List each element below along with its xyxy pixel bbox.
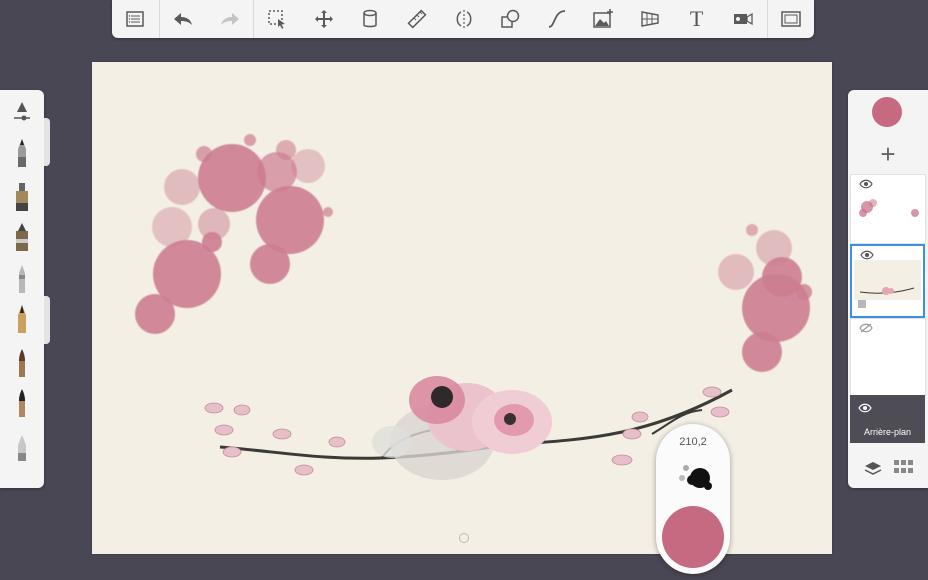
paint-splatter-right [718,224,812,372]
airbrush-icon[interactable] [8,220,36,254]
layer-thumbnail-1[interactable] [850,174,926,244]
brush-settings-icon[interactable] [8,94,36,128]
eye-icon[interactable] [860,250,874,260]
add-layer-button[interactable]: + [874,141,902,167]
video-icon[interactable] [720,0,767,38]
eye-icon[interactable] [859,179,873,189]
marker-brush-icon[interactable] [8,180,36,214]
perspective-icon[interactable] [627,0,674,38]
pencil-brush-icon[interactable] [8,136,36,170]
menu-icon[interactable] [112,0,159,38]
brush-stroke-preview [679,465,712,490]
layers-panel: + Arrière-plan [848,90,928,488]
image-import-icon[interactable] [580,0,627,38]
layer-preview [854,260,921,308]
eraser-brush-icon[interactable] [8,430,36,464]
background-layer-label: Arrière-plan [863,427,912,437]
undo-icon[interactable] [160,0,207,38]
brush-puck[interactable]: 210,2 [656,424,730,574]
background-layer[interactable]: Arrière-plan [850,395,925,443]
symmetry-icon[interactable] [440,0,487,38]
redo-icon[interactable] [206,0,253,38]
brush-palette [0,90,50,488]
canvas-page-indicator [459,533,469,543]
paintbrush-icon[interactable] [8,346,36,380]
ruler-icon[interactable] [394,0,441,38]
brush-panel-tab[interactable] [44,118,50,166]
fill-icon[interactable] [347,0,394,38]
flower-garland [204,376,733,480]
shapes-icon[interactable] [487,0,534,38]
eye-icon[interactable] [858,403,872,413]
layers-stack-icon[interactable] [864,460,882,478]
layers-footer [848,450,928,488]
layer-thumbnail-2[interactable] [850,244,925,318]
text-icon[interactable]: T [673,0,720,38]
ink-brush-icon[interactable] [8,386,36,420]
layer-preview [859,199,919,217]
curve-icon[interactable] [533,0,580,38]
selection-icon[interactable] [254,0,301,38]
brush-size-readout: 210,2 [679,436,707,448]
fullscreen-icon[interactable] [767,0,814,38]
ballpoint-brush-icon[interactable] [8,262,36,296]
fountain-pen-brush-icon[interactable] [8,302,36,336]
grid-view-icon[interactable] [894,460,914,476]
top-toolbar: T [112,0,814,38]
paint-splatter-left [135,134,333,334]
transform-icon[interactable] [300,0,347,38]
eye-hidden-icon[interactable] [859,323,873,333]
brush-panel-tab[interactable] [44,296,50,344]
color-picker-swatch[interactable] [872,97,902,127]
brush-color-swatch[interactable] [662,506,724,568]
layer-thumbnail-3[interactable] [850,318,926,396]
